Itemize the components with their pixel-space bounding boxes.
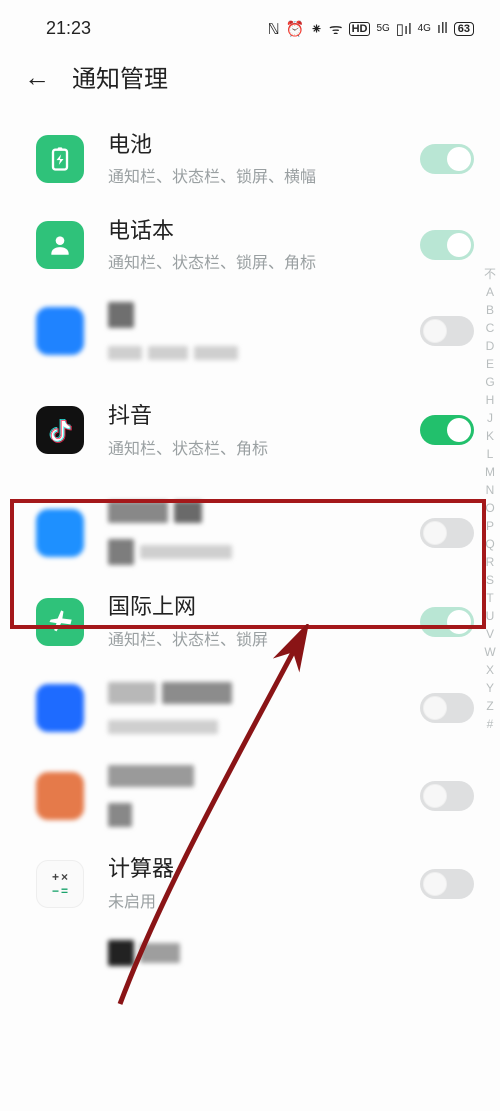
app-desc: 未启用 <box>108 888 420 912</box>
battery-app-icon <box>36 135 84 183</box>
app-text: 国际上网 通知栏、状态栏、锁屏 <box>108 593 420 650</box>
app-row-blurred[interactable] <box>0 487 500 579</box>
app-row-contacts[interactable]: 电话本 通知栏、状态栏、锁屏、角标 <box>0 202 500 288</box>
app-row-blurred[interactable] <box>0 288 500 374</box>
alarm-icon: ⏰ <box>286 20 305 38</box>
index-letter[interactable]: B <box>486 304 494 316</box>
index-letter[interactable]: N <box>486 484 495 496</box>
index-letter[interactable]: V <box>486 628 494 640</box>
hd-icon: HD <box>349 22 371 36</box>
toggle-blurred[interactable] <box>420 518 474 548</box>
back-button[interactable]: ← <box>24 64 50 90</box>
toggle-douyin[interactable] <box>420 415 474 445</box>
status-time: 21:23 <box>46 18 91 39</box>
index-letter[interactable]: E <box>486 358 494 370</box>
app-text-blurred <box>108 302 420 360</box>
app-text-blurred <box>108 682 420 734</box>
index-letter[interactable]: D <box>486 340 495 352</box>
header: ← 通知管理 <box>0 53 500 116</box>
signal-bars-icon-2: ıll <box>437 20 448 37</box>
bluetooth-icon: ⁕ <box>310 20 323 38</box>
signal-4g-icon: 4G <box>418 23 431 34</box>
index-letter[interactable]: Q <box>485 538 494 550</box>
contacts-app-icon <box>36 221 84 269</box>
status-icons: ℕ ⏰ ⁕ ᯤ HD 5G ▯ıl 4G ıll 63 <box>268 19 474 39</box>
blurred-app-icon <box>36 684 84 732</box>
index-letter[interactable]: G <box>485 376 494 388</box>
app-row-battery[interactable]: 电池 通知栏、状态栏、锁屏、横幅 <box>0 116 500 202</box>
wifi-icon: ᯤ <box>329 19 343 39</box>
status-bar: 21:23 ℕ ⏰ ⁕ ᯤ HD 5G ▯ıl 4G ıll 63 <box>0 10 500 53</box>
app-row-calc[interactable]: +× −= 计算器 未启用 <box>0 841 500 927</box>
app-text: 电池 通知栏、状态栏、锁屏、横幅 <box>108 131 420 188</box>
app-name: 电池 <box>108 131 420 160</box>
douyin-app-icon <box>36 406 84 454</box>
index-letter[interactable]: H <box>486 394 495 406</box>
app-name: 抖音 <box>108 402 420 431</box>
app-row-blurred[interactable] <box>0 751 500 841</box>
index-letter[interactable]: M <box>485 466 495 478</box>
app-text: 计算器 未启用 <box>108 855 420 912</box>
index-letter[interactable]: Y <box>486 682 494 694</box>
index-letter[interactable]: S <box>486 574 494 586</box>
toggle-battery[interactable] <box>420 144 474 174</box>
toggle-blurred[interactable] <box>420 316 474 346</box>
app-desc: 通知栏、状态栏、锁屏 <box>108 626 420 650</box>
nfc-icon: ℕ <box>268 20 280 38</box>
toggle-contacts[interactable] <box>420 230 474 260</box>
index-letter[interactable]: J <box>487 412 493 424</box>
calculator-app-icon: +× −= <box>36 860 84 908</box>
app-row-blurred[interactable] <box>0 927 500 987</box>
index-letter[interactable]: R <box>486 556 495 568</box>
signal-5g-icon: 5G <box>376 23 389 34</box>
battery-icon: 63 <box>454 22 474 36</box>
international-app-icon <box>36 598 84 646</box>
app-name: 电话本 <box>108 217 420 246</box>
index-letter[interactable]: A <box>486 286 494 298</box>
app-text-blurred <box>108 940 474 966</box>
index-letter[interactable]: O <box>485 502 494 514</box>
index-letter[interactable]: L <box>487 448 494 460</box>
index-letter[interactable]: P <box>486 520 494 532</box>
app-desc: 通知栏、状态栏、锁屏、横幅 <box>108 163 420 187</box>
app-text: 电话本 通知栏、状态栏、锁屏、角标 <box>108 217 420 274</box>
app-desc: 通知栏、状态栏、角标 <box>108 435 420 459</box>
index-letter[interactable]: K <box>486 430 494 442</box>
index-letter[interactable]: Z <box>486 700 493 712</box>
index-letter[interactable]: 不 <box>484 268 496 280</box>
page-title: 通知管理 <box>72 59 168 94</box>
blurred-app-icon <box>36 772 84 820</box>
app-text-blurred <box>108 501 420 565</box>
index-letter[interactable]: X <box>486 664 494 676</box>
index-letter[interactable]: # <box>487 718 494 730</box>
blurred-app-icon <box>36 509 84 557</box>
index-letter[interactable]: C <box>486 322 495 334</box>
app-text-blurred <box>108 765 420 827</box>
app-row-blurred[interactable] <box>0 665 500 751</box>
app-row-douyin[interactable]: 抖音 通知栏、状态栏、角标 <box>0 374 500 487</box>
app-desc: 通知栏、状态栏、锁屏、角标 <box>108 249 420 273</box>
index-letter[interactable]: T <box>486 592 493 604</box>
app-list: 电池 通知栏、状态栏、锁屏、横幅 电话本 通知栏、状态栏、锁屏、角标 <box>0 116 500 987</box>
app-row-international[interactable]: 国际上网 通知栏、状态栏、锁屏 <box>0 579 500 665</box>
index-letter[interactable]: W <box>484 646 495 658</box>
signal-bars-icon-1: ▯ıl <box>396 20 412 38</box>
toggle-calc[interactable] <box>420 869 474 899</box>
app-name: 国际上网 <box>108 593 420 622</box>
toggle-blurred[interactable] <box>420 781 474 811</box>
toggle-international[interactable] <box>420 607 474 637</box>
app-name: 计算器 <box>108 855 420 884</box>
index-letter[interactable]: U <box>486 610 495 622</box>
alphabet-index[interactable]: 不 A B C D E G H J K L M N O P Q R S T U … <box>484 268 496 730</box>
blurred-app-icon <box>36 307 84 355</box>
app-text: 抖音 通知栏、状态栏、角标 <box>108 402 420 459</box>
toggle-blurred[interactable] <box>420 693 474 723</box>
